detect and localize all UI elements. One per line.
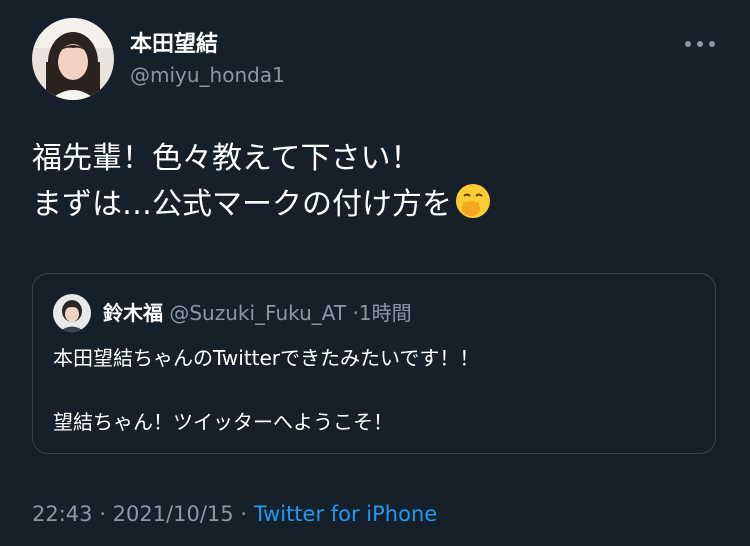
tweet-time[interactable]: 22:43 [32, 502, 93, 526]
more-options-icon[interactable] [680, 32, 720, 56]
author-display-name[interactable]: 本田望結 [130, 31, 218, 59]
meta-separator: · [99, 502, 106, 526]
quoted-tweet-text: 本田望結ちゃんのTwitterできたみたいです！！ 望結ちゃん！ツイッターへよう… [53, 345, 693, 435]
tweet-meta: 22:43 · 2021/10/15 · Twitter for iPhone [32, 500, 437, 528]
quoted-author-display-name[interactable]: 鈴木福 [103, 301, 163, 325]
tweet-date[interactable]: 2021/10/15 [113, 502, 234, 526]
quoted-tweet[interactable]: 鈴木福 @Suzuki_Fuku_AT ·1時間 本田望結ちゃんのTwitter… [32, 273, 716, 454]
author-avatar[interactable] [32, 18, 114, 100]
tweet: 本田望結 @miyu_honda1 福先輩！色々教えて下さい！ まずは…公式マー… [0, 0, 750, 546]
author-handle[interactable]: @miyu_honda1 [130, 62, 285, 88]
tweet-text-line: 福先輩！色々教えて下さい！ [32, 141, 421, 176]
quoted-author-avatar[interactable] [53, 294, 91, 332]
meta-separator: · [240, 502, 248, 526]
face-with-hand-over-mouth-icon [454, 182, 492, 220]
tweet-source-link[interactable]: Twitter for iPhone [254, 502, 438, 526]
quoted-text-line: 望結ちゃん！ツイッターへようこそ！ [53, 410, 393, 434]
tweet-text-line-content: まずは…公式マークの付け方を [32, 187, 452, 222]
quoted-text-blank-line [53, 371, 693, 409]
quoted-timestamp[interactable]: 1時間 [359, 301, 412, 325]
quoted-tweet-header: 鈴木福 @Suzuki_Fuku_AT ·1時間 [103, 300, 412, 326]
quoted-text-line: 本田望結ちゃんのTwitterできたみたいです！！ [53, 346, 480, 370]
tweet-text: 福先輩！色々教えて下さい！ まずは…公式マークの付け方を [32, 136, 722, 228]
quoted-author-handle[interactable]: @Suzuki_Fuku_AT [169, 301, 346, 325]
tweet-text-line: まずは…公式マークの付け方を [32, 182, 722, 228]
